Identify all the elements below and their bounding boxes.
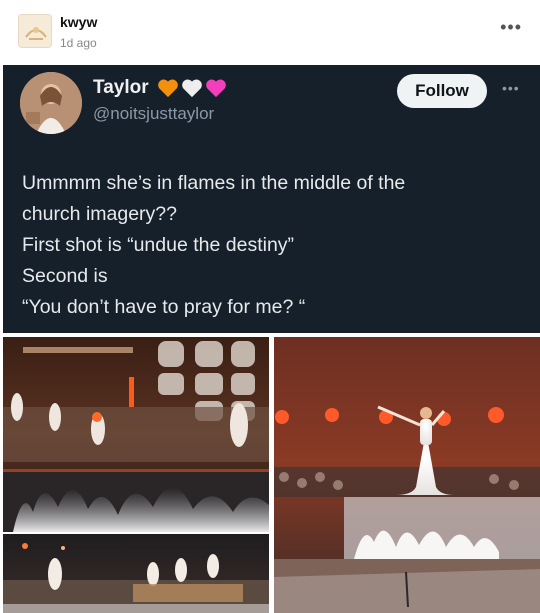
concert-photo-stage-wide[interactable] bbox=[3, 534, 269, 613]
tweet-text-line: church imagery?? bbox=[22, 203, 177, 225]
tweet-author-handle[interactable]: @noitsjusttaylor bbox=[93, 104, 214, 124]
pink-heart-icon bbox=[205, 79, 226, 98]
tweet-text-line: “You don’t have to pray for me? “ bbox=[22, 296, 306, 318]
tweet-text-line: First shot is “undue the destiny” bbox=[22, 234, 295, 256]
post-header: kwyw 1d ago ••• bbox=[0, 0, 540, 64]
tweet-text-line: Ummmm she’s in flames in the middle of t… bbox=[22, 172, 406, 194]
tweet-text-line: Second is bbox=[22, 265, 108, 287]
concert-photo-church-windows[interactable] bbox=[3, 337, 269, 532]
post-timestamp: 1d ago bbox=[60, 36, 97, 50]
tweet-card: Taylor @noitsjusttaylor Follow ••• Ummmm… bbox=[3, 65, 540, 333]
user-avatar[interactable] bbox=[18, 14, 52, 48]
heart-emojis bbox=[157, 78, 227, 98]
tweet-author-name[interactable]: Taylor bbox=[93, 77, 227, 99]
tweet-more-icon[interactable]: ••• bbox=[502, 80, 520, 96]
tweet-text: Ummmm she’s in flames in the middle of t… bbox=[22, 168, 527, 323]
post-username[interactable]: kwyw bbox=[60, 14, 97, 30]
follow-button[interactable]: Follow bbox=[397, 74, 487, 108]
orange-heart-icon bbox=[157, 79, 178, 98]
author-name-text: Taylor bbox=[93, 77, 149, 98]
tweet-author-avatar[interactable] bbox=[20, 72, 82, 134]
white-heart-icon bbox=[181, 79, 202, 98]
concert-photo-white-dress[interactable] bbox=[274, 337, 540, 613]
more-options-button[interactable]: ••• bbox=[500, 18, 522, 36]
